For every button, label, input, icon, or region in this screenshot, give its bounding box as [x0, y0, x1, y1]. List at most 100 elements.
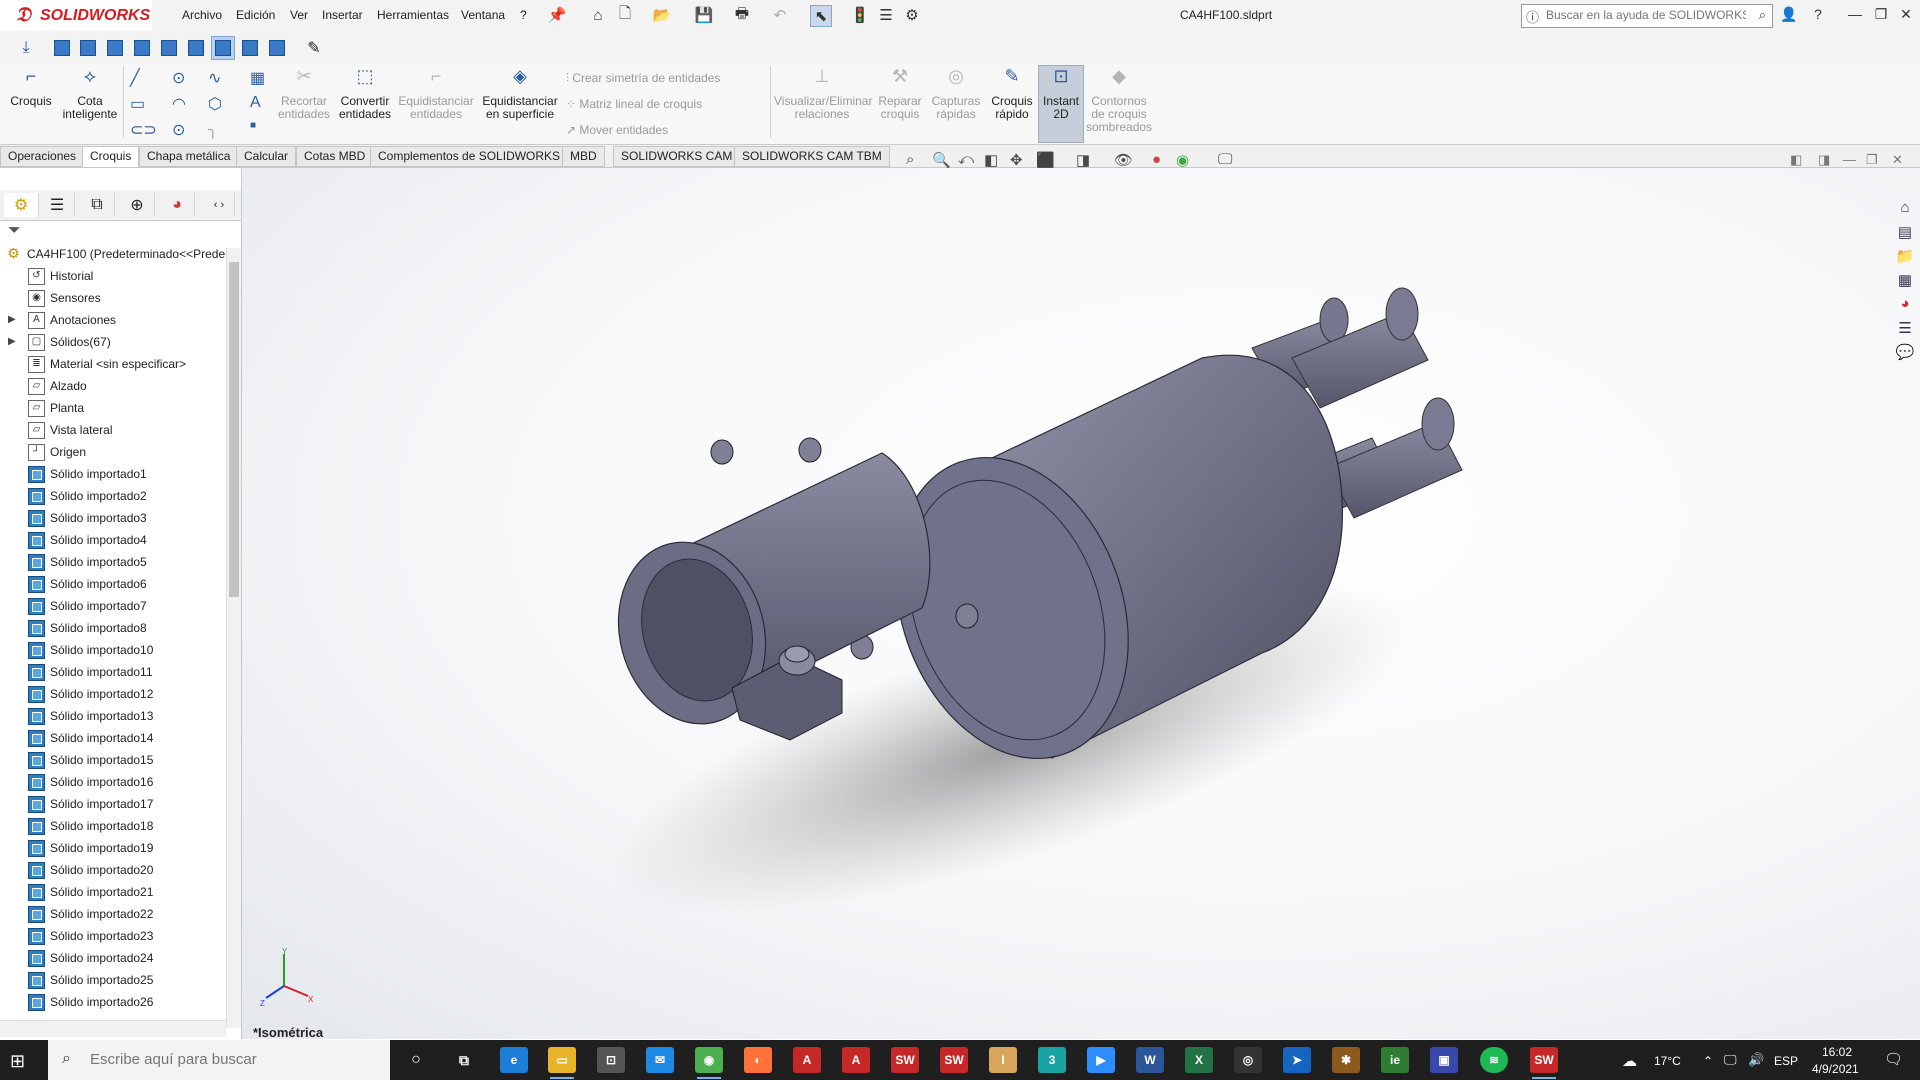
point-icon[interactable]: ⊙: [172, 120, 185, 140]
view-orientation-icon[interactable]: ⬛: [1036, 151, 1055, 169]
back-view-icon[interactable]: [76, 36, 100, 60]
tree-scrollbar[interactable]: [226, 248, 241, 1028]
viewport-tile-left-icon[interactable]: ◧: [1790, 152, 1802, 168]
open-icon[interactable]: 📂: [652, 5, 672, 25]
app-i-icon[interactable]: I: [989, 1047, 1017, 1073]
tree-item-imported-solid[interactable]: Sólido importado15: [0, 749, 226, 771]
rectangle-icon[interactable]: ▭: [130, 94, 145, 114]
configuration-manager-tab-icon[interactable]: ⧉: [80, 193, 115, 217]
tree-item-imported-solid[interactable]: Sólido importado11: [0, 661, 226, 683]
tree-item-imported-solid[interactable]: Sólido importado3: [0, 507, 226, 529]
zoom-to-fit-icon[interactable]: ⌕: [906, 151, 914, 168]
circle-icon[interactable]: ⊙: [172, 68, 185, 88]
close-button[interactable]: ✕: [1894, 6, 1918, 23]
tree-item-imported-solid[interactable]: Sólido importado26: [0, 991, 226, 1013]
tree-item[interactable]: ▱ Planta: [0, 397, 226, 419]
bottom-view-icon[interactable]: [184, 36, 208, 60]
expand-arrow-icon[interactable]: ▶: [8, 309, 16, 331]
solidworks-logo[interactable]: 𝔇 SOLIDWORKS: [0, 0, 152, 31]
panel-scroll-arrows-icon[interactable]: ‹ ›: [204, 193, 235, 217]
zoom-icon[interactable]: ▶: [1087, 1047, 1115, 1073]
taskbar-search[interactable]: ⌕: [48, 1040, 390, 1080]
move-entities-button[interactable]: ↗ Mover entidades: [566, 123, 668, 137]
tree-item-imported-solid[interactable]: Sólido importado5: [0, 551, 226, 573]
store-icon[interactable]: ⊡: [597, 1047, 625, 1073]
slot-icon[interactable]: ⊂⊃: [130, 120, 157, 140]
repair-sketch-button[interactable]: ⚒ Reparar croquis: [874, 66, 926, 121]
tab-solidworks-cam-tbm[interactable]: SOLIDWORKS CAM TBM: [734, 146, 890, 167]
tree-item[interactable]: ▱ Vista lateral: [0, 419, 226, 441]
tree-item[interactable]: ▶ ▢ Sólidos(67): [0, 331, 226, 353]
dimxpert-tab-icon[interactable]: ⊕: [120, 193, 155, 217]
tree-item-imported-solid[interactable]: Sólido importado13: [0, 705, 226, 727]
tab-calcular[interactable]: Calcular: [236, 146, 297, 167]
display-manager-tab-icon[interactable]: ◕: [160, 193, 195, 217]
file-explorer-taskbar-icon[interactable]: ▭: [548, 1047, 576, 1079]
help-question-icon[interactable]: ?: [1806, 6, 1830, 22]
previous-view-icon[interactable]: ⤺: [958, 151, 974, 168]
file-properties-icon[interactable]: ☰: [876, 5, 896, 25]
custom-properties-icon[interactable]: ☰: [1895, 319, 1915, 339]
user-icon[interactable]: 👤: [1777, 6, 1801, 23]
help-search-input[interactable]: [1544, 7, 1748, 23]
task-view-icon[interactable]: ⧉: [450, 1047, 478, 1073]
tree-item-imported-solid[interactable]: Sólido importado6: [0, 573, 226, 595]
dimetric-view-icon[interactable]: [265, 36, 289, 60]
menu-insertar[interactable]: Insertar: [322, 8, 363, 22]
property-manager-tab-icon[interactable]: ☰: [40, 193, 75, 217]
app-3-icon[interactable]: 3: [1038, 1047, 1066, 1073]
minimize-button[interactable]: —: [1843, 6, 1867, 22]
tree-item-imported-solid[interactable]: Sólido importado18: [0, 815, 226, 837]
croquis-button[interactable]: ⌐ Croquis: [6, 66, 56, 108]
windows-start-icon[interactable]: ⊞: [10, 1051, 25, 1072]
tree-item-imported-solid[interactable]: Sólido importado20: [0, 859, 226, 881]
tree-item[interactable]: ▱ Alzado: [0, 375, 226, 397]
quick-snaps-button[interactable]: ◎ Capturas rápidas: [928, 66, 984, 121]
help-search-box[interactable]: ⓘ ⌕: [1521, 4, 1773, 28]
cortana-icon[interactable]: ○: [402, 1047, 430, 1073]
left-view-icon[interactable]: [103, 36, 127, 60]
app-crab-icon[interactable]: ✱: [1332, 1047, 1360, 1073]
app-ie-2019-icon[interactable]: ie: [1381, 1047, 1409, 1073]
camera-app-icon[interactable]: ◎: [1234, 1047, 1262, 1073]
select-arrow-icon[interactable]: ⬉: [810, 5, 832, 27]
print-icon[interactable]: 🖶: [732, 5, 752, 25]
scrollbar-thumb[interactable]: [229, 262, 239, 597]
menu-archivo[interactable]: Archivo: [182, 8, 222, 22]
grid-icon[interactable]: ▦: [250, 68, 265, 88]
language-indicator[interactable]: ESP: [1774, 1054, 1798, 1068]
solidworks-resources-icon[interactable]: ⌂: [1895, 199, 1915, 219]
tree-item-imported-solid[interactable]: Sólido importado8: [0, 617, 226, 639]
arc-icon[interactable]: ◠: [172, 94, 186, 114]
fillet-icon[interactable]: ╮: [208, 120, 218, 140]
tree-item-imported-solid[interactable]: Sólido importado1: [0, 463, 226, 485]
clock-time[interactable]: 16:02: [1822, 1045, 1852, 1059]
mail-icon[interactable]: ✉: [646, 1047, 674, 1073]
tree-item[interactable]: ▶ A Anotaciones: [0, 309, 226, 331]
tree-item[interactable]: ┘ Origen: [0, 441, 226, 463]
options-gear-icon[interactable]: ⚙: [902, 5, 922, 25]
rapid-sketch-button[interactable]: ✎ Croquis rápido: [988, 66, 1036, 121]
right-view-icon[interactable]: [130, 36, 154, 60]
tab-operaciones[interactable]: Operaciones: [0, 146, 85, 167]
tree-item-imported-solid[interactable]: Sólido importado21: [0, 881, 226, 903]
view-settings-icon[interactable]: 🖵: [1218, 151, 1232, 168]
file-explorer-icon[interactable]: 📁: [1895, 247, 1915, 267]
forum-icon[interactable]: 💬: [1895, 343, 1915, 363]
display-style-icon[interactable]: ◨: [1076, 151, 1090, 169]
convert-entities-button[interactable]: ⬚ Convertir entidades: [336, 66, 394, 121]
viewport-minimize-icon[interactable]: —: [1843, 152, 1856, 167]
tree-item[interactable]: ◉ Sensores: [0, 287, 226, 309]
appearances-icon[interactable]: ◕: [1895, 295, 1915, 315]
section-view-icon[interactable]: ◧: [984, 151, 998, 169]
tree-item-imported-solid[interactable]: Sólido importado7: [0, 595, 226, 617]
design-library-icon[interactable]: ▤: [1895, 223, 1915, 243]
point-small-icon[interactable]: ■: [250, 120, 256, 131]
feature-tree-tab-icon[interactable]: ⚙: [4, 193, 39, 217]
display-relations-button[interactable]: ⊥ Visualizar/Eliminar relaciones: [774, 66, 872, 121]
spotify-icon[interactable]: ≋: [1480, 1047, 1508, 1073]
tree-item-imported-solid[interactable]: Sólido importado10: [0, 639, 226, 661]
clock-date[interactable]: 4/9/2021: [1812, 1062, 1859, 1076]
tree-item-imported-solid[interactable]: Sólido importado12: [0, 683, 226, 705]
offset-on-surface-button[interactable]: ◈ Equidistanciar en superficie: [478, 66, 562, 121]
